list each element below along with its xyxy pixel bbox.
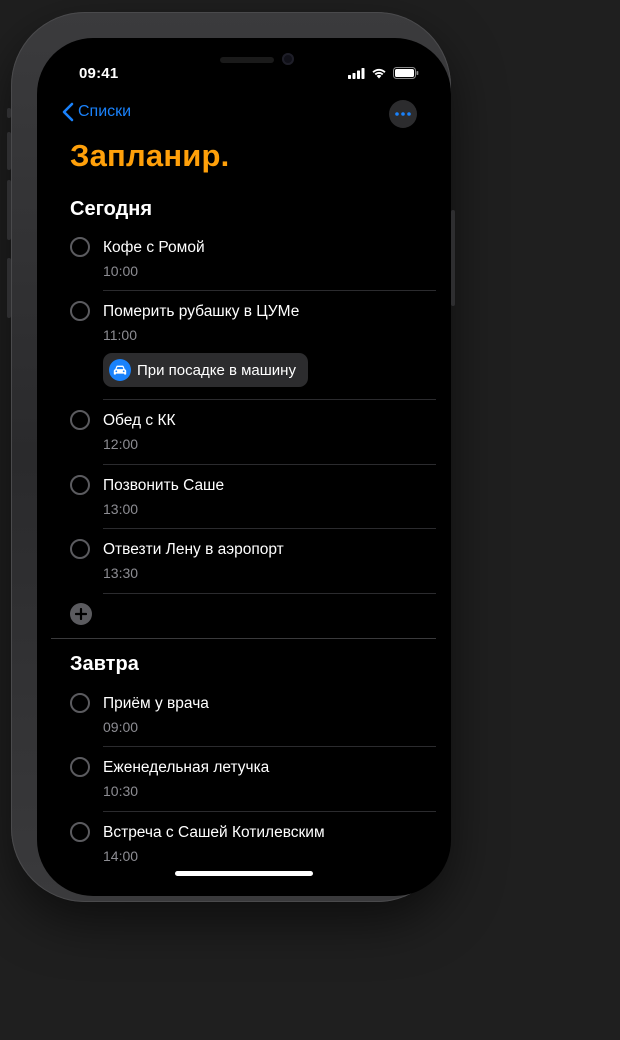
wifi-icon: [372, 68, 386, 79]
plus-icon: [75, 608, 87, 620]
reminder-title[interactable]: Приём у врача: [103, 695, 209, 713]
complete-checkbox[interactable]: [70, 757, 90, 777]
car-trigger-chip[interactable]: При посадке в машину: [103, 353, 308, 387]
car-trigger-label: При посадке в машину: [137, 361, 296, 379]
car-icon: [109, 359, 131, 381]
phone-volume-extra: [7, 258, 11, 318]
complete-checkbox[interactable]: [70, 301, 90, 321]
reminder-title[interactable]: Позвонить Саше: [103, 477, 224, 495]
reminder-time: 14:00: [103, 848, 139, 864]
phone-power-button: [451, 210, 455, 306]
status-icons: [348, 67, 419, 79]
row-separator: [103, 746, 436, 747]
add-reminder-button[interactable]: [70, 603, 92, 625]
reminder-time: 13:30: [103, 565, 139, 581]
row-separator: [103, 399, 436, 400]
front-camera: [282, 53, 294, 65]
phone-volume-down: [7, 180, 11, 240]
row-separator: [103, 811, 436, 812]
row-separator: [103, 593, 436, 594]
reminder-time: 09:00: [103, 719, 139, 735]
status-time: 09:41: [79, 65, 119, 82]
section-title-today: Сегодня: [70, 198, 153, 220]
back-button-label: Списки: [78, 103, 132, 120]
complete-checkbox[interactable]: [70, 822, 90, 842]
reminder-time: 13:00: [103, 501, 139, 517]
phone-silent-switch: [7, 108, 11, 118]
ellipsis-icon: [395, 112, 411, 116]
list-title: Запланир.: [70, 138, 230, 173]
reminder-title[interactable]: Отвезти Лену в аэропорт: [103, 541, 284, 559]
reminder-title[interactable]: Обед с КК: [103, 412, 176, 430]
row-separator: [103, 464, 436, 465]
back-button[interactable]: Списки: [62, 102, 131, 122]
reminder-title[interactable]: Еженедельная летучка: [103, 759, 269, 777]
phone-volume-up: [7, 132, 11, 170]
phone-frame: 09:41 Списки Запланир. Сегодня Кофе с Ро…: [7, 12, 455, 902]
speaker-grille: [220, 57, 274, 63]
more-button[interactable]: [389, 100, 417, 128]
reminder-title[interactable]: Кофе с Ромой: [103, 239, 205, 257]
reminder-title[interactable]: Померить рубашку в ЦУМе: [103, 303, 299, 321]
complete-checkbox[interactable]: [70, 237, 90, 257]
battery-icon: [393, 67, 419, 79]
complete-checkbox[interactable]: [70, 693, 90, 713]
reminder-title[interactable]: Встреча с Сашей Котилевским: [103, 824, 325, 842]
reminder-time: 12:00: [103, 436, 139, 452]
chevron-left-icon: [62, 102, 74, 122]
home-indicator[interactable]: [175, 871, 313, 876]
complete-checkbox[interactable]: [70, 539, 90, 559]
reminder-time: 10:00: [103, 263, 139, 279]
row-separator: [103, 290, 436, 291]
reminder-time: 11:00: [103, 327, 137, 343]
section-separator: [51, 638, 436, 639]
reminder-time: 10:30: [103, 783, 139, 799]
screen: 09:41 Списки Запланир. Сегодня Кофе с Ро…: [37, 38, 451, 896]
section-title-tomorrow: Завтра: [70, 653, 139, 675]
complete-checkbox[interactable]: [70, 475, 90, 495]
signal-icon: [348, 67, 365, 79]
row-separator: [103, 528, 436, 529]
complete-checkbox[interactable]: [70, 410, 90, 430]
